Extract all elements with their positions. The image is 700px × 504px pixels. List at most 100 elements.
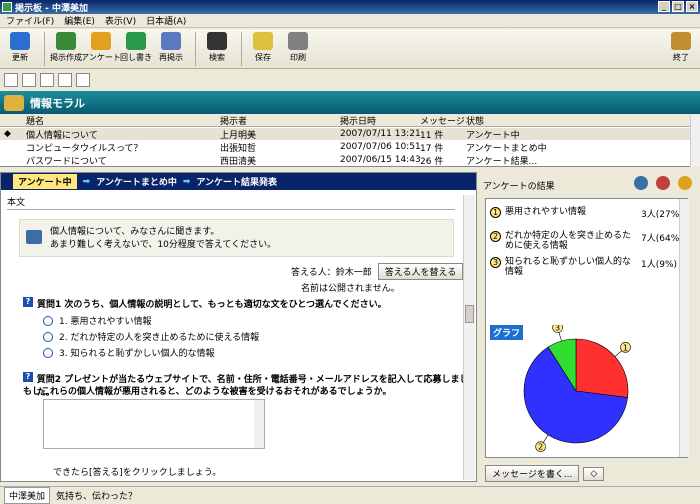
q1-option-1[interactable]: 1. 悪用されやすい情報 — [43, 314, 151, 327]
find-icon[interactable] — [40, 73, 54, 87]
col-status[interactable]: 状態 — [466, 114, 484, 127]
col-date[interactable]: 掲示日時 — [340, 114, 376, 127]
col-msgs[interactable]: メッセージ — [420, 114, 465, 127]
new-post-button[interactable]: 掲示作成 — [50, 29, 82, 63]
question-2-text-line2: もしこれらの個人情報が悪用されると、どのような被害を受けるおそれがあるでしょうか… — [23, 387, 392, 397]
divider — [7, 209, 455, 210]
body-label: 本文 — [7, 198, 26, 208]
question-2-cont: もしこれらの個人情報が悪用されると、どのような被害を受けるおそれがあるでしょうか… — [23, 384, 391, 397]
row-status: アンケート中 — [466, 130, 520, 141]
q1-option-3[interactable]: 3. 知られると恥ずかしい個人的な情報 — [43, 346, 214, 359]
close-button[interactable]: × — [686, 1, 698, 12]
intro-line2: あまり難しく考えないで、10分程度で答えてください。 — [50, 240, 277, 250]
change-respondent-button[interactable]: 答える人を替える — [377, 263, 464, 280]
table-row[interactable]: コンピュータウイルスって？ 出張知哲 2007/07/06 10:51 17 件… — [0, 141, 690, 154]
pie-label-2: 2 — [538, 443, 543, 452]
eraser-icon[interactable]: ◇ — [583, 466, 605, 481]
export-icon[interactable] — [656, 176, 670, 190]
radio-button[interactable] — [43, 347, 53, 358]
row-marker-icon: ◆ — [4, 129, 11, 139]
q1-option-2[interactable]: 2. だれか特定の人を突き止めるために使える情報 — [43, 330, 259, 343]
open-icon[interactable] — [4, 73, 18, 87]
exit-button[interactable]: 終了 — [665, 29, 697, 63]
refresh-button[interactable]: 更新 — [4, 29, 36, 63]
window-title: 掲示板 - 中澤美加 — [15, 3, 89, 14]
table-row[interactable]: ◆ 個人情報について 上月明美 2007/07/11 13:21 11 件 アン… — [0, 128, 690, 141]
row-date: 2007/07/11 13:21 — [340, 129, 421, 139]
option-label: 1. 悪用されやすい情報 — [59, 317, 152, 327]
post-list: 題名 掲示者 掲示日時 メッセージ 状態 ◆ 個人情報について 上月明美 200… — [0, 115, 700, 167]
print-icon — [288, 32, 308, 50]
delete-icon[interactable] — [22, 73, 36, 87]
scroll-thumb[interactable] — [465, 305, 474, 323]
row-title: コンピュータウイルスって？ — [26, 143, 143, 154]
pie-slice-1 — [575, 338, 629, 398]
survey-button[interactable]: アンケート — [81, 29, 121, 63]
menu-edit[interactable]: 編集(E) — [64, 14, 95, 27]
question-1: ? 質問1 次のうち、個人情報の説明として、もっとも適切な文をひとつ選んでくださ… — [23, 297, 387, 310]
results-icons — [634, 176, 692, 190]
arrow-right-icon: ➡ — [82, 176, 91, 187]
step-current: アンケート中 — [13, 174, 77, 189]
respondent-row: 答える人：鈴木一郎 答える人を替える — [291, 263, 464, 280]
members-icon[interactable] — [76, 73, 90, 87]
arrow-right-icon: ➡ — [182, 176, 191, 187]
minimize-button[interactable]: _ — [658, 1, 670, 12]
binoculars-icon — [207, 32, 227, 50]
textarea-scrollbar[interactable] — [254, 400, 264, 448]
menu-bar: ファイル(F) 編集(E) 表示(V) 日本語(A) — [0, 14, 700, 28]
question-icon: ? — [23, 297, 33, 307]
menu-japanese[interactable]: 日本語(A) — [146, 14, 186, 27]
toolbar-divider — [241, 32, 242, 66]
repost-icon — [161, 32, 181, 50]
print-button[interactable]: 印刷 — [282, 29, 314, 63]
detail-scrollbar[interactable] — [463, 195, 475, 480]
col-title[interactable]: 題名 — [26, 114, 44, 127]
repost-button[interactable]: 再掲示 — [155, 29, 187, 63]
radio-button[interactable] — [43, 331, 53, 342]
number-badge: 3 — [490, 257, 501, 268]
list-scrollbar[interactable] — [690, 115, 700, 167]
survey-steps: アンケート中 ➡ アンケートまとめ中 ➡ アンケート結果発表 — [1, 173, 476, 190]
pie-label-3: 3 — [555, 325, 560, 333]
results-title: アンケートの結果 — [483, 182, 555, 192]
name-note: 名前は公開されません。 — [301, 284, 400, 294]
main-toolbar: 更新 掲示作成 アンケート 回し書き 再掲示 検索 保存 印刷 終了 — [0, 29, 700, 69]
save-icon — [253, 32, 273, 50]
answer-textarea[interactable] — [43, 399, 265, 449]
pie-label-1: 1 — [623, 343, 628, 352]
zoom-icon[interactable] — [634, 176, 648, 190]
toolbar-divider — [195, 32, 196, 66]
section-title: 情報モラル — [30, 96, 85, 110]
exit-door-icon — [671, 32, 691, 50]
step-summary: アンケートまとめ中 — [96, 178, 177, 188]
properties-icon[interactable] — [58, 73, 72, 87]
option-label: 2. だれか特定の人を突き止めるために使える情報 — [59, 333, 260, 343]
results-box: 1 悪用されやすい情報 3人(27%) 2 だれか特定の人を突き止めるために使え… — [485, 198, 689, 458]
write-message-button[interactable]: メッセージを書く... — [485, 465, 580, 482]
result-text: 悪用されやすい情報 — [505, 207, 587, 217]
row-msgs: 11 件 — [420, 130, 444, 141]
maximize-button[interactable]: □ — [672, 1, 684, 12]
results-scrollbar[interactable] — [679, 199, 689, 457]
save-button[interactable]: 保存 — [247, 29, 279, 63]
search-button[interactable]: 検索 — [201, 29, 233, 63]
circulate-button[interactable]: 回し書き — [120, 29, 152, 63]
table-row[interactable]: パスワードについて 西田清美 2007/06/15 14:43 26 件 アンケ… — [0, 154, 690, 167]
menu-view[interactable]: 表示(V) — [105, 14, 136, 27]
row-msgs: 26 件 — [420, 156, 444, 167]
intro-line1: 個人情報について、みなさんに聞きます。 — [50, 227, 220, 237]
app-window: 掲示板 - 中澤美加 _ □ × ファイル(F) 編集(E) 表示(V) 日本語… — [0, 0, 700, 504]
radio-button[interactable] — [43, 315, 53, 326]
results-pane: アンケートの結果 1 悪用されやすい情報 3人(27%) 2 だれか特定の人を突… — [479, 172, 700, 482]
menu-file[interactable]: ファイル(F) — [6, 14, 54, 27]
post-detail-pane: アンケート中 ➡ アンケートまとめ中 ➡ アンケート結果発表 本文 個人情報につ… — [0, 172, 477, 482]
col-poster[interactable]: 掲示者 — [220, 114, 247, 127]
settings-icon[interactable] — [678, 176, 692, 190]
toolbar-divider — [44, 32, 45, 66]
message-row: メッセージを書く... ◇ — [485, 465, 605, 482]
refresh-icon — [10, 32, 30, 50]
result-item-3: 3 知られると恥ずかしい個人的な情報 1人(9%) — [490, 257, 685, 277]
respondent-name: 答える人：鈴木一郎 — [291, 268, 372, 278]
row-poster: 出張知哲 — [220, 143, 257, 154]
